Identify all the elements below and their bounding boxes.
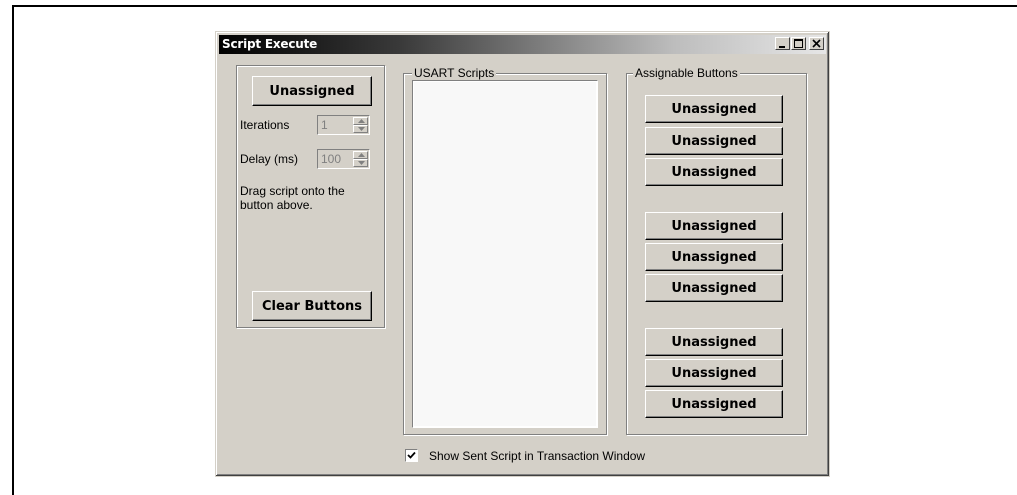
assignable-button-4[interactable]: Unassigned [645, 212, 783, 240]
iterations-value: 1 [321, 118, 328, 132]
delay-label: Delay (ms) [240, 152, 299, 166]
delay-up-arrow[interactable] [353, 151, 368, 159]
assignable-button-6[interactable]: Unassigned [645, 274, 783, 302]
assignable-button-2[interactable]: Unassigned [645, 127, 783, 155]
assignable-button-1[interactable]: Unassigned [645, 95, 783, 123]
maximize-icon [794, 39, 803, 48]
iterations-down-arrow[interactable] [353, 125, 368, 133]
assignable-buttons-group: Assignable Buttons Unassigned Unassigned… [626, 66, 807, 435]
show-sent-script-checkbox[interactable] [405, 449, 418, 462]
delay-spinner[interactable]: 100 [317, 149, 370, 169]
script-execute-window: Script Execute Unassigned Iterations 1 D… [215, 31, 830, 477]
assignable-button-8[interactable]: Unassigned [645, 359, 783, 387]
usart-scripts-legend: USART Scripts [412, 66, 497, 80]
show-sent-script-label[interactable]: Show Sent Script in Transaction Window [429, 449, 645, 463]
iterations-up-arrow[interactable] [353, 117, 368, 125]
assignable-button-5[interactable]: Unassigned [645, 243, 783, 271]
caret-up-icon [358, 153, 365, 157]
assignable-button-7[interactable]: Unassigned [645, 328, 783, 356]
usart-scripts-list[interactable] [412, 80, 598, 428]
minimize-icon [779, 46, 785, 48]
minimize-button[interactable] [775, 37, 790, 50]
title-bar[interactable]: Script Execute [219, 35, 826, 54]
close-icon [812, 39, 821, 48]
assignable-button-9[interactable]: Unassigned [645, 390, 783, 418]
drag-help-text: Drag script onto the button above. [240, 184, 345, 212]
delay-down-arrow[interactable] [353, 159, 368, 167]
window-title: Script Execute [222, 37, 318, 51]
checkmark-icon [407, 451, 416, 459]
iterations-label: Iterations [240, 118, 290, 132]
title-bar-controls [774, 37, 824, 52]
caret-down-icon [358, 161, 365, 165]
assignable-buttons-legend: Assignable Buttons [633, 66, 740, 80]
caret-up-icon [358, 119, 365, 123]
assign-group: Unassigned Iterations 1 Delay (ms) 100 D… [236, 65, 385, 328]
assignable-button-3[interactable]: Unassigned [645, 158, 783, 186]
iterations-spinner[interactable]: 1 [317, 115, 370, 135]
delay-value: 100 [321, 152, 342, 166]
maximize-button[interactable] [791, 37, 806, 50]
caret-down-icon [358, 127, 365, 131]
clear-buttons-button[interactable]: Clear Buttons [252, 291, 372, 321]
usart-scripts-group: USART Scripts [403, 66, 607, 435]
close-button[interactable] [809, 37, 824, 50]
left-assign-button[interactable]: Unassigned [252, 76, 372, 106]
